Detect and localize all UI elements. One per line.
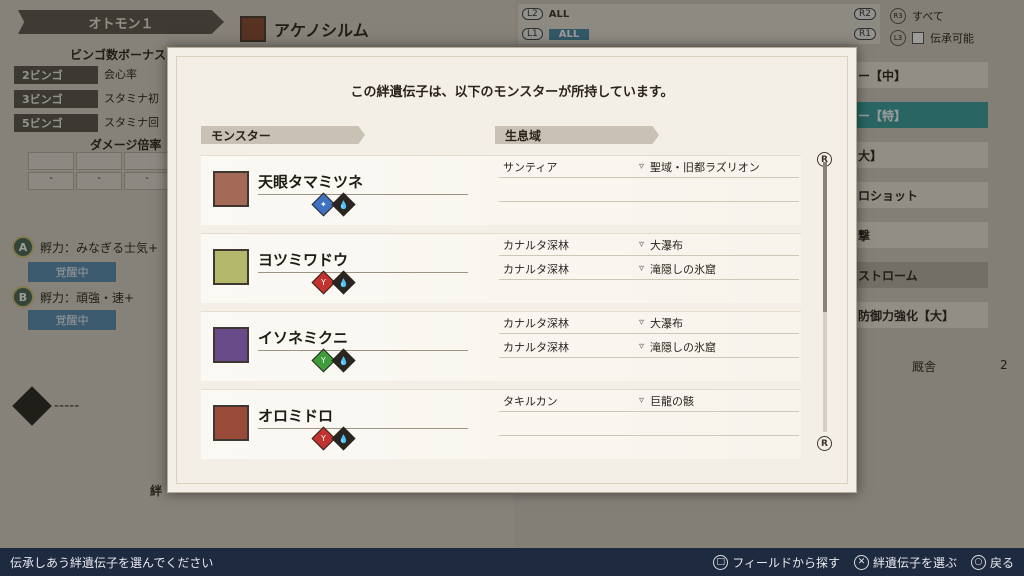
circle-button-icon: ○ xyxy=(970,554,986,570)
hint-search-field[interactable]: □ フィールドから探す xyxy=(713,554,840,571)
hint-select-gene[interactable]: ✕ 絆遺伝子を選ぶ xyxy=(853,554,957,571)
monster-name: イソネミクニ xyxy=(258,327,468,351)
habitat-region: カナルタ深林 xyxy=(503,262,569,276)
habitat-entry: カナルタ深林 ▿ 大瀑布 xyxy=(499,234,799,256)
habitat-entry xyxy=(499,180,799,202)
habitat-entry: タキルカン ▿ 巨龍の骸 xyxy=(499,390,799,412)
monster-name: オロミドロ xyxy=(258,405,468,429)
monster-name: ヨツミワドウ xyxy=(258,249,468,273)
monster-row[interactable]: ヨツミワドウ Y 💧 カナルタ深林 ▿ 大瀑布 カナルタ深林 ▿ 滝隠しの氷窟 xyxy=(201,233,801,303)
location-icon: ▿ xyxy=(639,317,645,328)
location-icon: ▿ xyxy=(639,395,645,406)
monster-row[interactable]: イソネミクニ Y 💧 カナルタ深林 ▿ 大瀑布 カナルタ深林 ▿ 滝隠しの氷窟 xyxy=(201,311,801,381)
dialog-title: この絆遺伝子は、以下のモンスターが所持しています。 xyxy=(350,85,674,100)
habitat-entry: カナルタ深林 ▿ 滝隠しの氷窟 xyxy=(499,258,799,280)
habitat-area: ▿ 巨龍の骸 xyxy=(639,393,694,409)
habitat-region: カナルタ深林 xyxy=(503,316,569,330)
habitat-region: カナルタ深林 xyxy=(503,340,569,354)
habitat-column-header: 生息域 xyxy=(495,126,659,144)
scrollbar[interactable] xyxy=(823,162,827,432)
habitat-area-label: 大瀑布 xyxy=(650,316,684,330)
monster-column-header: モンスター xyxy=(201,126,365,144)
gene-icons: Y 💧 xyxy=(311,270,356,295)
habitat-region: カナルタ深林 xyxy=(503,238,569,252)
bottom-help-bar: 伝承しあう絆遺伝子を選んでください □ フィールドから探す ✕ 絆遺伝子を選ぶ … xyxy=(0,548,1024,576)
hint-back[interactable]: ○ 戻る xyxy=(970,554,1014,571)
square-button-icon: □ xyxy=(713,554,729,570)
monster-row[interactable]: 天眼タマミツネ ✦ 💧 サンティア ▿ 聖域・旧都ラズリオン xyxy=(201,155,801,225)
habitat-area: ▿ 滝隠しの氷窟 xyxy=(639,339,716,355)
habitat-area-label: 巨龍の骸 xyxy=(650,394,695,408)
location-icon: ▿ xyxy=(639,239,645,250)
isonemikuni-icon xyxy=(213,327,249,363)
habitat-area-label: 滝隠しの氷窟 xyxy=(650,340,717,354)
location-icon: ▿ xyxy=(639,263,645,274)
monster-list: 天眼タマミツネ ✦ 💧 サンティア ▿ 聖域・旧都ラズリオン ヨツミワドウ Y 💧 xyxy=(201,155,801,467)
scroll-thumb[interactable] xyxy=(823,162,827,312)
monster-row[interactable]: オロミドロ Y 💧 タキルカン ▿ 巨龍の骸 xyxy=(201,389,801,459)
monster-name: 天眼タマミツネ xyxy=(258,171,468,195)
gene-water-icon: 💧 xyxy=(331,270,356,295)
habitat-area: ▿ 滝隠しの氷窟 xyxy=(639,261,716,277)
habitat-area-label: 滝隠しの氷窟 xyxy=(650,262,717,276)
gene-icons: Y 💧 xyxy=(311,426,356,451)
gene-water-icon: 💧 xyxy=(331,426,356,451)
location-icon: ▿ xyxy=(639,161,645,172)
tamamitsune-icon xyxy=(213,171,249,207)
button-hints: □ フィールドから探す ✕ 絆遺伝子を選ぶ ○ 戻る xyxy=(713,554,1014,571)
habitat-region: サンティア xyxy=(503,160,558,174)
habitat-entry: カナルタ深林 ▿ 大瀑布 xyxy=(499,312,799,334)
habitat-entry xyxy=(499,414,799,436)
habitat-area-label: 聖域・旧都ラズリオン xyxy=(650,160,760,174)
habitat-area: ▿ 聖域・旧都ラズリオン xyxy=(639,159,760,175)
habitat-entry: サンティア ▿ 聖域・旧都ラズリオン xyxy=(499,156,799,178)
gene-water-icon: 💧 xyxy=(331,192,356,217)
habitat-entry: カナルタ深林 ▿ 滝隠しの氷窟 xyxy=(499,336,799,358)
gene-icons: ✦ 💧 xyxy=(311,192,356,217)
location-icon: ▿ xyxy=(639,341,645,352)
habitat-area-label: 大瀑布 xyxy=(650,238,684,252)
habitat-region: タキルカン xyxy=(503,394,558,408)
gene-owner-dialog: この絆遺伝子は、以下のモンスターが所持しています。 モンスター 生息域 天眼タマ… xyxy=(167,47,857,493)
gene-icons: Y 💧 xyxy=(311,348,356,373)
habitat-area: ▿ 大瀑布 xyxy=(639,237,683,253)
hint-select-gene-label: 絆遺伝子を選ぶ xyxy=(872,555,957,570)
gene-water-icon: 💧 xyxy=(331,348,356,373)
yotsumiwadou-icon xyxy=(213,249,249,285)
scroll-r-button[interactable]: R xyxy=(817,436,832,451)
habitat-area: ▿ 大瀑布 xyxy=(639,315,683,331)
oromidoro-icon xyxy=(213,405,249,441)
hint-search-field-label: フィールドから探す xyxy=(732,555,840,570)
hint-back-label: 戻る xyxy=(989,555,1014,570)
instruction-text: 伝承しあう絆遺伝子を選んでください xyxy=(10,555,214,570)
cross-button-icon: ✕ xyxy=(853,554,869,570)
